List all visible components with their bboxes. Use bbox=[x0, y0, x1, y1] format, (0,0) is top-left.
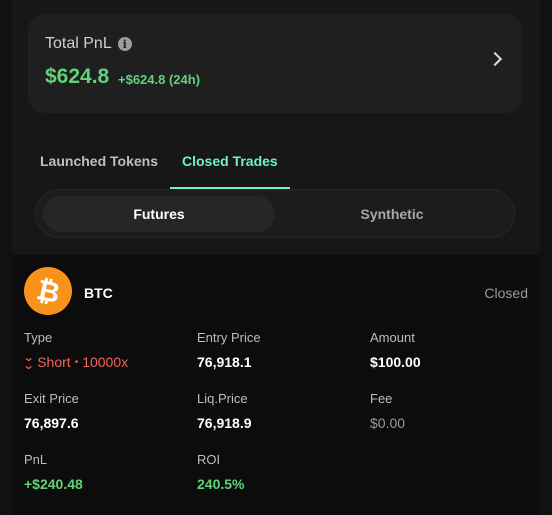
fee-value: $0.00 bbox=[370, 415, 406, 431]
type-value: ⌄ ⌄ Short • 10000x bbox=[22, 351, 129, 372]
entry-label: Entry Price bbox=[197, 330, 261, 345]
trade-card[interactable]: ₿ BTC Closed Type ⌄ ⌄ Short • 10000x Entr… bbox=[12, 255, 540, 515]
pnl-value: $624.8 bbox=[45, 65, 110, 88]
liq-label: Liq.Price bbox=[197, 391, 248, 406]
trade-pnl-value: +$240.48 bbox=[24, 476, 83, 492]
type-field: Type ⌄ ⌄ Short • 10000x bbox=[22, 330, 129, 372]
coin-name: BTC bbox=[84, 285, 113, 301]
roi-field: ROI 240.5% bbox=[197, 452, 244, 492]
bitcoin-icon: ₿ bbox=[24, 267, 72, 315]
type-label: Type bbox=[24, 330, 53, 345]
amount-field: Amount $100.00 bbox=[370, 330, 421, 370]
exit-value: 76,897.6 bbox=[24, 415, 79, 431]
segment-synthetic[interactable]: Synthetic bbox=[276, 196, 508, 232]
position-side: Short bbox=[37, 354, 71, 370]
fee-field: Fee $0.00 bbox=[370, 391, 405, 431]
total-pnl-card[interactable]: Total PnL i $624.8 +$624.8 (24h) bbox=[28, 14, 522, 113]
pnl-title: Total PnL bbox=[45, 35, 112, 52]
pnl-field: PnL +$240.48 bbox=[24, 452, 83, 492]
pnl-title-row: Total PnL i bbox=[45, 35, 132, 53]
roi-value: 240.5% bbox=[197, 476, 245, 492]
tab-launched-tokens[interactable]: Launched Tokens bbox=[28, 141, 170, 189]
leverage: 10000x bbox=[82, 354, 129, 370]
entry-value: 76,918.1 bbox=[197, 354, 252, 370]
double-chevron-down-icon: ⌄ ⌄ bbox=[22, 351, 35, 372]
trade-type-toggle: Futures Synthetic bbox=[35, 189, 515, 238]
trade-pnl-label: PnL bbox=[24, 452, 48, 467]
amount-label: Amount bbox=[370, 330, 415, 345]
entry-field: Entry Price 76,918.1 bbox=[197, 330, 261, 370]
roi-label: ROI bbox=[197, 452, 221, 467]
info-icon[interactable]: i bbox=[117, 37, 132, 51]
separator-dot: • bbox=[74, 356, 79, 368]
liq-field: Liq.Price 76,918.9 bbox=[197, 391, 252, 431]
tab-closed-trades[interactable]: Closed Trades bbox=[169, 141, 290, 189]
segment-futures[interactable]: Futures bbox=[43, 196, 275, 232]
chevron-right-icon[interactable] bbox=[487, 51, 503, 67]
liq-value: 76,918.9 bbox=[197, 415, 252, 431]
fee-label: Fee bbox=[370, 391, 393, 406]
exit-field: Exit Price 76,897.6 bbox=[24, 391, 79, 431]
amount-value: $100.00 bbox=[370, 354, 421, 370]
pnl-delta: +$624.8 (24h) bbox=[118, 72, 201, 87]
tab-bar: Launched Tokens Closed Trades bbox=[28, 141, 290, 189]
status-badge: Closed bbox=[484, 285, 528, 301]
exit-label: Exit Price bbox=[24, 391, 79, 406]
